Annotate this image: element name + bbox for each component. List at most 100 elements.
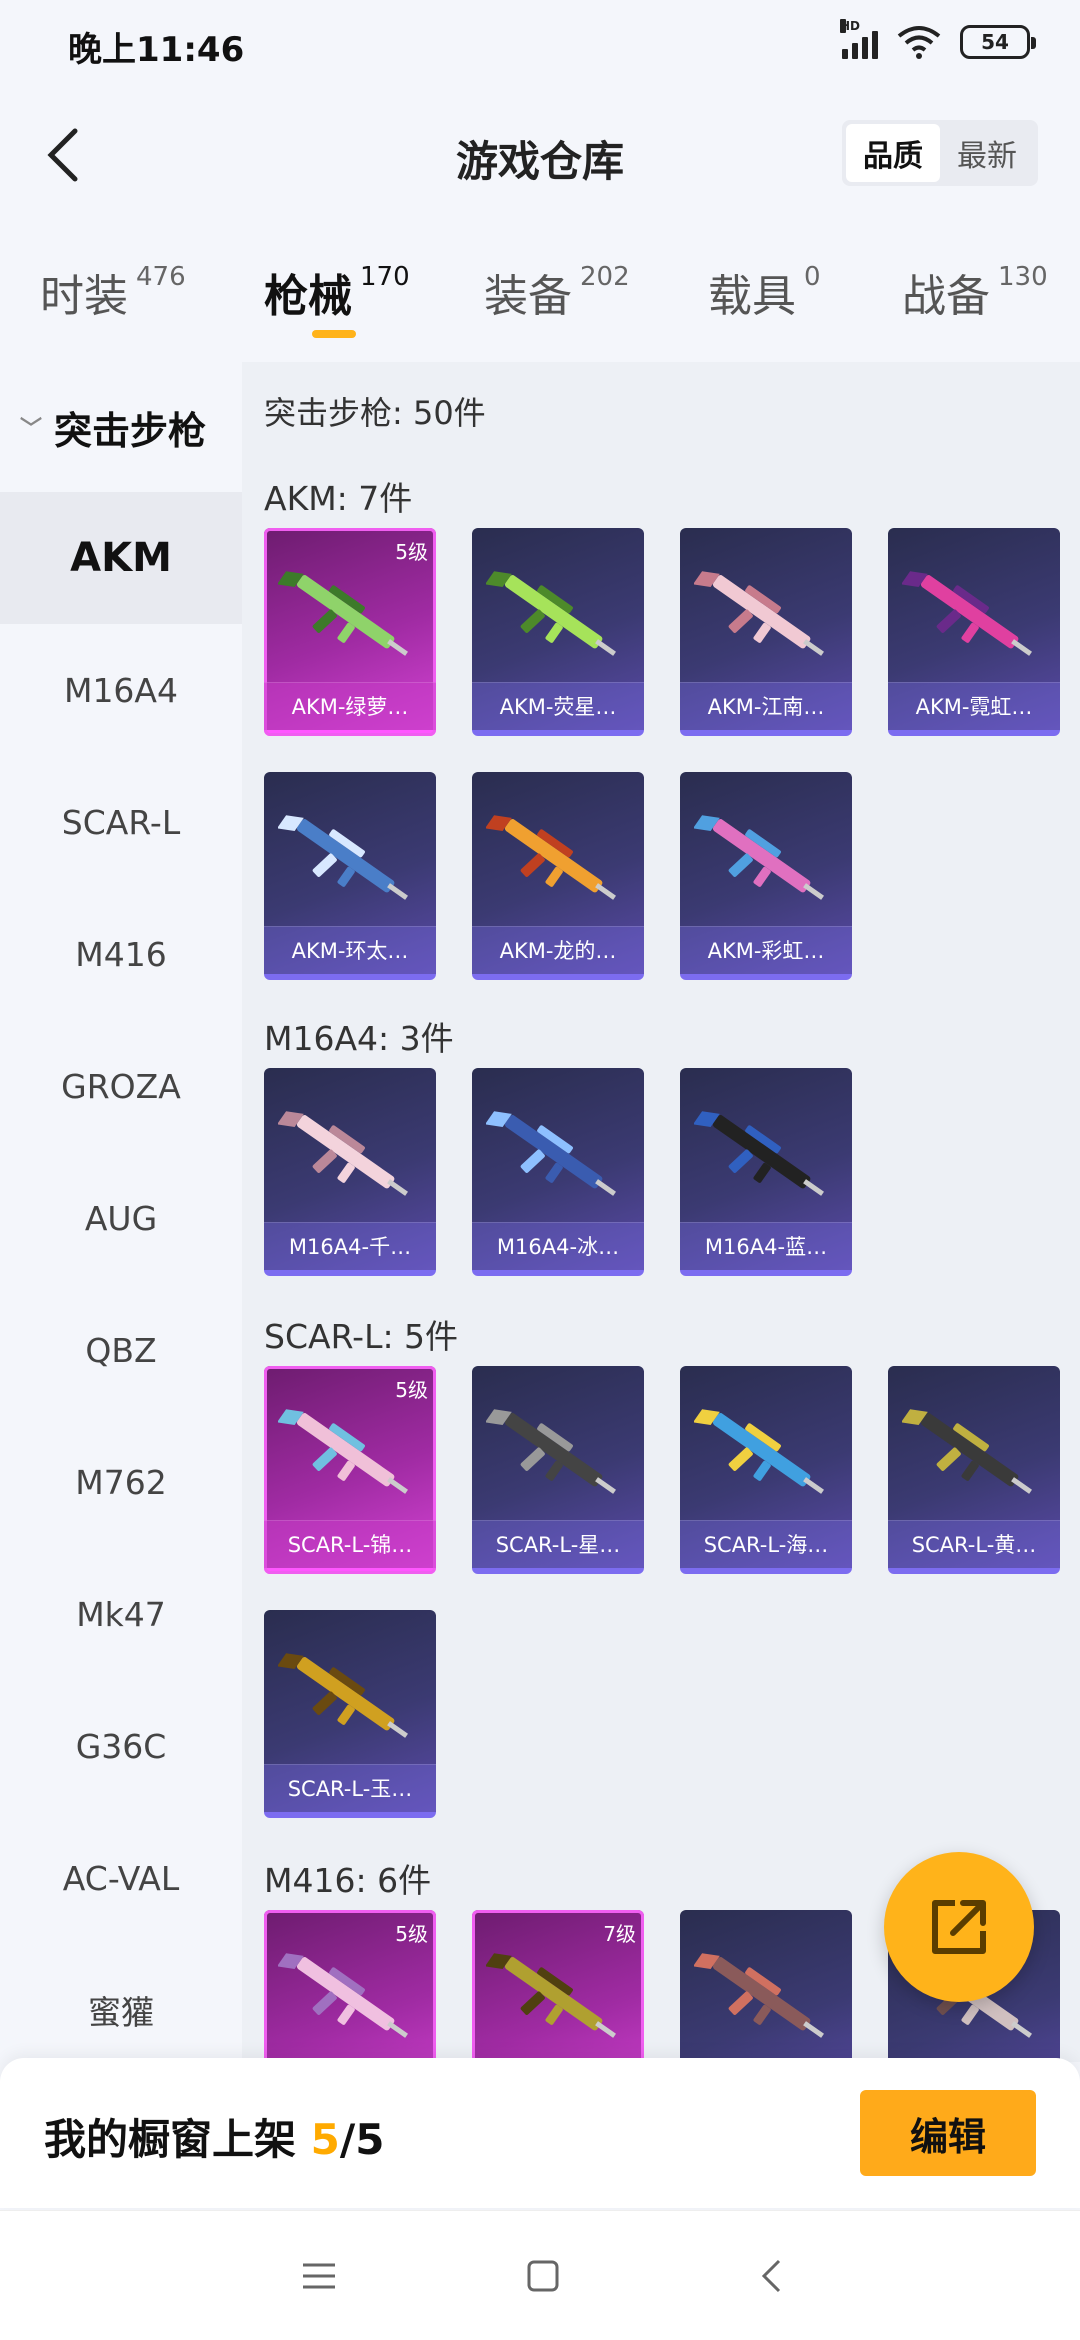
- skin-card[interactable]: M16A4-蓝…: [680, 1068, 852, 1276]
- skin-name: AKM-龙的…: [472, 926, 644, 974]
- skin-name: SCAR-L-黄…: [888, 1520, 1060, 1568]
- sidebar-item[interactable]: SCAR-L: [0, 756, 242, 888]
- system-nav-bar: [0, 2210, 1080, 2340]
- skin-card[interactable]: AKM-荧星…: [472, 528, 644, 736]
- skin-name: SCAR-L-星…: [472, 1520, 644, 1568]
- rifle-skin-icon: [694, 815, 824, 900]
- skin-name: AKM-彩虹…: [680, 926, 852, 974]
- skin-card[interactable]: SCAR-L-星…: [472, 1366, 644, 1574]
- level-badge: 5级: [395, 1378, 428, 1402]
- skin-name: M16A4-蓝…: [680, 1222, 852, 1270]
- skin-card[interactable]: SCAR-L-玉…: [264, 1610, 436, 1818]
- skin-card[interactable]: 5级 AKM-绿萝…: [264, 528, 436, 736]
- skin-card[interactable]: 5级 SCAR-L-锦…: [264, 1366, 436, 1574]
- skin-card[interactable]: SCAR-L-黄…: [888, 1366, 1060, 1574]
- edit-button[interactable]: 编辑: [860, 2090, 1036, 2176]
- rifle-skin-icon: [486, 1111, 616, 1196]
- cellular-signal-icon: HD: [840, 19, 878, 59]
- share-button[interactable]: [884, 1852, 1034, 2002]
- rifle-skin-icon: [278, 1953, 408, 2038]
- skin-name: SCAR-L-锦…: [264, 1520, 436, 1568]
- share-out-icon: [932, 1900, 986, 1954]
- rifle-skin-icon: [278, 1653, 408, 1738]
- sidebar-item[interactable]: M16A4: [0, 624, 242, 756]
- rifle-skin-icon: [694, 1409, 824, 1494]
- skin-name: AKM-江南…: [680, 682, 852, 730]
- rifle-skin-icon: [486, 1409, 616, 1494]
- sidebar-item[interactable]: GROZA: [0, 1020, 242, 1152]
- rifle-skin-icon: [694, 571, 824, 656]
- rifle-skin-icon: [694, 1111, 824, 1196]
- sidebar-item[interactable]: M762: [0, 1416, 242, 1548]
- active-tab-indicator: [312, 330, 356, 338]
- rifle-skin-icon: [278, 1409, 408, 1494]
- sidebar-item[interactable]: QBZ: [0, 1284, 242, 1416]
- menu-icon[interactable]: [294, 2251, 344, 2301]
- skin-card[interactable]: [680, 1910, 852, 2062]
- skin-card[interactable]: AKM-彩虹…: [680, 772, 852, 980]
- sort-quality-button[interactable]: 品质: [846, 124, 940, 182]
- skin-name: M16A4-千…: [264, 1222, 436, 1270]
- skin-name: M16A4-冰…: [472, 1222, 644, 1270]
- home-square-icon[interactable]: [518, 2251, 568, 2301]
- showcase-bar: 我的橱窗上架 5/5 编辑: [0, 2058, 1080, 2208]
- sidebar-item[interactable]: AKM: [0, 492, 242, 624]
- sidebar-group-assault-rifles[interactable]: ﹀ 突击步枪: [0, 362, 242, 492]
- rifle-skin-icon: [278, 815, 408, 900]
- section-title: M16A4: 3件: [264, 1019, 454, 1058]
- level-badge: 7级: [603, 1922, 636, 1946]
- battery-icon: 54: [960, 25, 1036, 59]
- skin-card[interactable]: AKM-环太…: [264, 772, 436, 980]
- rifle-skin-icon: [486, 571, 616, 656]
- skin-name: AKM-荧星…: [472, 682, 644, 730]
- tab-vehicles[interactable]: 载具 0: [708, 260, 821, 324]
- sidebar: ﹀ 突击步枪 AKM M16A4 SCAR-L M416 GROZA AUG QBZ M762…: [0, 362, 242, 2062]
- section-title: SCAR-L: 5件: [264, 1317, 459, 1356]
- section-title: M416: 6件: [264, 1861, 432, 1900]
- rifle-skin-icon: [902, 1409, 1032, 1494]
- sidebar-item[interactable]: G36C: [0, 1680, 242, 1812]
- wifi-icon: [897, 26, 941, 59]
- tab-firearms[interactable]: 枪械 170: [264, 260, 410, 324]
- skin-card[interactable]: M16A4-千…: [264, 1068, 436, 1276]
- sidebar-item[interactable]: M416: [0, 888, 242, 1020]
- category-summary: 突击步枪: 50件: [264, 394, 486, 432]
- tab-fashion[interactable]: 时装 476: [40, 260, 186, 324]
- inventory-panel: 突击步枪: 50件 AKM: 7件 5级 AKM-绿萝… AKM-荧星… AKM-江南……: [242, 362, 1080, 2062]
- sidebar-item[interactable]: AUG: [0, 1152, 242, 1284]
- status-bar: 晚上11:46 HD 54: [0, 0, 1080, 90]
- rifle-skin-icon: [694, 1953, 824, 2038]
- skin-name: AKM-环太…: [264, 926, 436, 974]
- skin-card[interactable]: AKM-霓虹…: [888, 528, 1060, 736]
- tab-supplies[interactable]: 战备 130: [902, 260, 1048, 324]
- skin-card[interactable]: AKM-江南…: [680, 528, 852, 736]
- skin-card[interactable]: M16A4-冰…: [472, 1068, 644, 1276]
- rifle-skin-icon: [486, 815, 616, 900]
- chevron-down-icon: ﹀: [20, 417, 43, 442]
- category-tabs: 时装 476 枪械 170 装备 202 载具 0 战备 130: [0, 250, 1080, 360]
- back-triangle-icon[interactable]: [746, 2251, 796, 2301]
- skin-card[interactable]: 5级: [264, 1910, 436, 2062]
- sidebar-item[interactable]: AC-VAL: [0, 1812, 242, 1944]
- skin-card[interactable]: SCAR-L-海…: [680, 1366, 852, 1574]
- sidebar-item[interactable]: 蜜獾: [0, 1944, 242, 2076]
- sort-toggle: 品质 最新: [842, 120, 1038, 186]
- rifle-skin-icon: [486, 1953, 616, 2038]
- tab-equipment[interactable]: 装备 202: [484, 260, 630, 324]
- rifle-skin-icon: [902, 571, 1032, 656]
- rifle-skin-icon: [278, 571, 408, 656]
- showcase-count: 我的橱窗上架 5/5: [44, 2115, 385, 2164]
- sort-newest-button[interactable]: 最新: [940, 124, 1034, 182]
- level-badge: 5级: [395, 1922, 428, 1946]
- skin-name: AKM-霓虹…: [888, 682, 1060, 730]
- sidebar-item[interactable]: Mk47: [0, 1548, 242, 1680]
- skin-card[interactable]: 7级: [472, 1910, 644, 2062]
- skin-name: SCAR-L-海…: [680, 1520, 852, 1568]
- skin-card[interactable]: AKM-龙的…: [472, 772, 644, 980]
- skin-name: AKM-绿萝…: [264, 682, 436, 730]
- header: 游戏仓库 品质 最新: [0, 100, 1080, 210]
- level-badge: 5级: [395, 540, 428, 564]
- rifle-skin-icon: [278, 1111, 408, 1196]
- skin-name: SCAR-L-玉…: [264, 1764, 436, 1812]
- section-title: AKM: 7件: [264, 479, 413, 518]
